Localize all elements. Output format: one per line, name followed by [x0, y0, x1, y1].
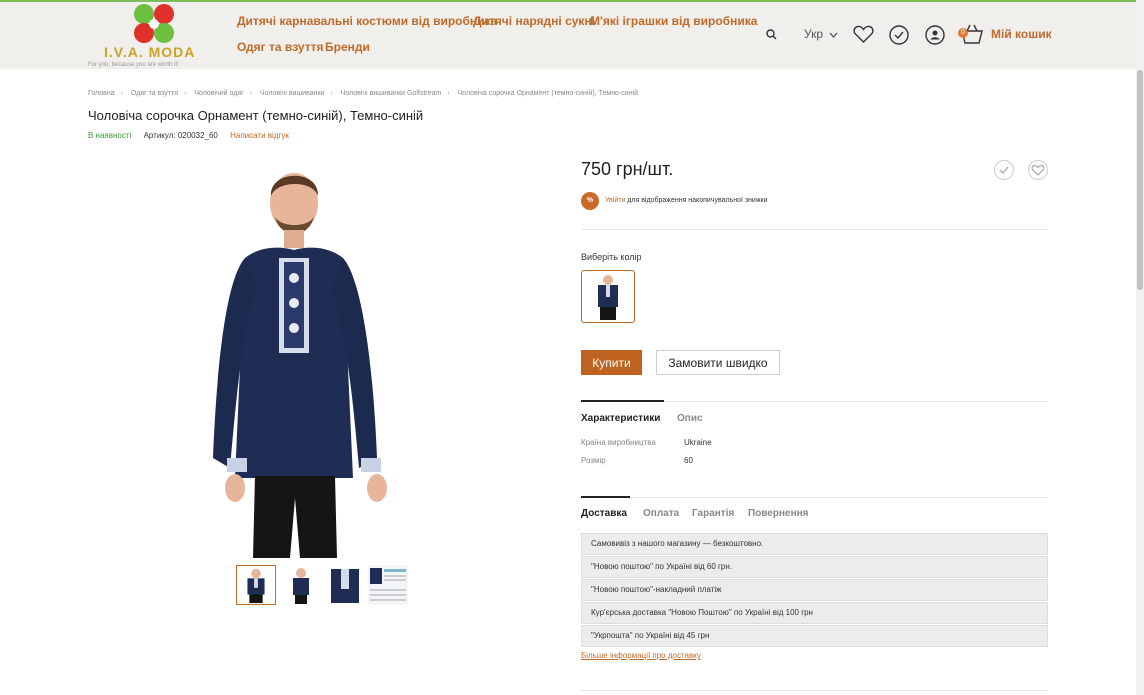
spec-key: Країна виробництва	[581, 438, 656, 447]
compare-check-icon[interactable]	[889, 25, 909, 45]
check-icon	[999, 166, 1009, 174]
breadcrumb: Головна › Одяг та взуття › Чоловічий одяг ›…	[88, 90, 639, 97]
product-meta: В наявності Артикул: 020032_60 Написати …	[88, 131, 289, 140]
thumbnail-4-size-chart[interactable]	[368, 565, 408, 605]
language-label: Укр	[804, 27, 824, 41]
compare-product-button[interactable]	[994, 160, 1014, 180]
color-swatch-navy[interactable]	[581, 270, 635, 323]
product-sku: Артикул: 020032_60	[143, 131, 218, 140]
wishlist-product-button[interactable]	[1028, 160, 1048, 180]
divider	[581, 229, 1048, 230]
nav-item-toys[interactable]: М'які іграшки від виробника	[590, 14, 757, 28]
discount-note: Увійти для відображення накопичувальної …	[605, 197, 768, 204]
wishlist-heart-icon[interactable]	[853, 25, 874, 44]
logo-brand: I.V.A. MODA	[104, 44, 196, 60]
delivery-option: "Укрпошта" по Україні від 45 грн	[581, 625, 1048, 647]
spec-value: Ukraine	[684, 438, 712, 447]
buy-button[interactable]: Купити	[581, 350, 642, 375]
cart-count-badge: 0	[958, 28, 968, 38]
thumbnail-3[interactable]	[325, 565, 365, 605]
product-main-image[interactable]	[205, 158, 435, 558]
heart-icon	[1031, 164, 1045, 176]
stock-status: В наявності	[88, 131, 132, 140]
breadcrumb-item-clothing[interactable]: Одяг та взуття	[131, 90, 178, 97]
login-link[interactable]: Увійти	[605, 197, 625, 204]
cart-link[interactable]: Мій кошик	[991, 27, 1052, 41]
tab-warranty[interactable]: Гарантія	[692, 508, 734, 519]
tab-delivery[interactable]: Доставка	[581, 508, 627, 519]
logo-slogan: For you, because you are worth it!	[88, 62, 179, 68]
color-label: Виберіть колір	[581, 252, 642, 262]
divider	[581, 690, 1048, 691]
spec-value: 60	[684, 456, 693, 465]
quick-order-button[interactable]: Замовити швидко	[656, 350, 780, 375]
nav-item-dresses[interactable]: Дитячі нарядні сукні	[473, 14, 595, 28]
write-review-link[interactable]: Написати відгук	[230, 131, 289, 140]
breadcrumb-item-home[interactable]: Головна	[88, 90, 115, 97]
nav-item-clothing[interactable]: Одяг та взуття	[237, 40, 324, 54]
language-selector[interactable]: Укр	[804, 27, 838, 41]
breadcrumb-item-vyshyvanky[interactable]: Чоловічі вишиванки	[260, 90, 324, 97]
tab-returns[interactable]: Повернення	[748, 508, 809, 519]
breadcrumb-item-current: Чоловіча сорочка Орнамент (темно-синій),…	[457, 90, 639, 97]
tab-active-indicator	[581, 496, 630, 498]
chevron-down-icon	[829, 32, 838, 38]
tab-active-indicator	[581, 400, 664, 402]
nav-item-costumes[interactable]: Дитячі карнавальні костюми від виробника	[237, 14, 497, 28]
nav-item-brands[interactable]: Бренди	[325, 40, 370, 54]
thumbnail-1[interactable]	[236, 565, 276, 605]
spec-key: Розмір	[581, 456, 606, 465]
discount-text: для відображення накопичувальної знижки	[625, 197, 768, 204]
delivery-option: Самовивіз з нашого магазину — безкоштовн…	[581, 533, 1048, 555]
delivery-option: "Новою поштою" по Україні від 60 грн.	[581, 556, 1048, 578]
breadcrumb-item-mens[interactable]: Чоловічий одяг	[194, 90, 243, 97]
divider	[581, 497, 1048, 498]
account-user-icon[interactable]	[925, 25, 945, 45]
delivery-more-link[interactable]: Більше інформації про доставку	[581, 651, 701, 660]
search-icon[interactable]	[766, 29, 777, 40]
tab-payment[interactable]: Оплата	[643, 508, 679, 519]
delivery-option: "Новою поштою"-накладний платіж	[581, 579, 1048, 601]
page-scrollbar[interactable]	[1136, 0, 1144, 695]
logo-flower-icon	[134, 4, 174, 43]
discount-icon: %	[581, 192, 599, 210]
breadcrumb-item-golfstream[interactable]: Чоловічі вишиванки Golfstream	[341, 90, 442, 97]
thumbnail-2[interactable]	[283, 565, 323, 605]
delivery-option: Кур'єрська доставка "Новою Поштою" по Ук…	[581, 602, 1048, 624]
tab-characteristics[interactable]: Характеристики	[581, 413, 660, 424]
scrollbar-thumb[interactable]	[1137, 70, 1143, 290]
tab-description[interactable]: Опис	[677, 413, 703, 424]
product-price: 750 грн/шт.	[581, 159, 674, 179]
color-swatch-image	[598, 275, 618, 320]
site-logo[interactable]: I.V.A. MODA For you, because you are wor…	[88, 2, 218, 68]
product-title: Чоловіча сорочка Орнамент (темно-синій),…	[88, 108, 424, 123]
